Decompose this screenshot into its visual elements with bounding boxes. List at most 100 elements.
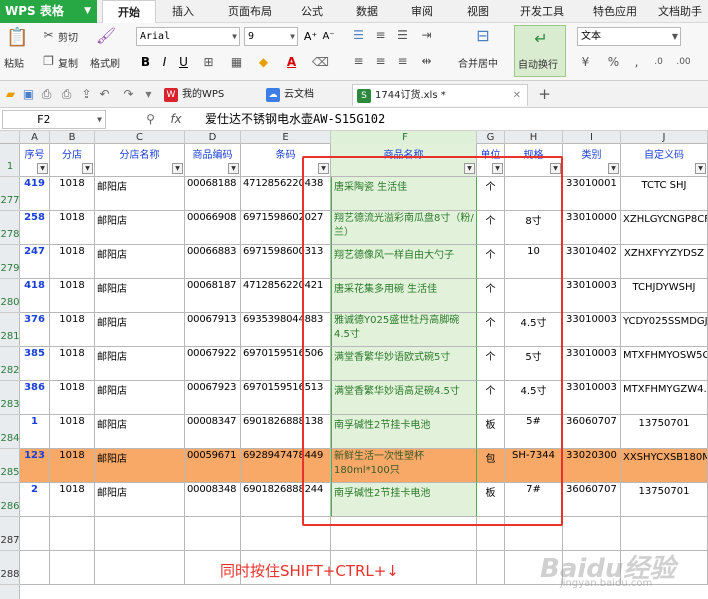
row-header[interactable]: 285 [0,449,20,483]
copy-button[interactable]: 复制 [58,55,78,70]
eraser-icon[interactable]: ⌫ [312,54,329,71]
select-all-corner[interactable] [0,131,20,144]
indent-icon[interactable]: ⇥ [418,27,435,44]
cell-branch[interactable]: 1018 [50,449,95,483]
filter-dropdown-icon[interactable]: ▼ [492,163,503,174]
column-header-b[interactable]: B [50,131,95,144]
cell-custom-code[interactable]: 13750701 [621,483,708,517]
cell-barcode[interactable]: 6971598602027 [241,211,331,245]
tab-doc-assistant[interactable]: 文档助手 [652,0,708,23]
row-header[interactable]: 1 [0,144,20,177]
cell-category[interactable]: 33010003 [563,313,621,347]
empty-cell[interactable] [95,551,185,585]
row-header[interactable]: 281 [0,313,20,347]
cell-product-name[interactable]: 新鲜生活一次性塑杯180ml*100只 [331,449,477,483]
cell-custom-code[interactable]: MTXFHMYGZW4.5C [621,381,708,415]
cell-index[interactable]: 258 [20,211,50,245]
cell-category[interactable]: 33020300 [563,449,621,483]
cell-spec[interactable]: 5寸 [505,347,563,381]
empty-cell[interactable] [331,517,477,551]
align-middle-icon[interactable]: ≡ [372,27,389,44]
column-header-e[interactable]: E [241,131,331,144]
cell-category[interactable]: 33010402 [563,245,621,279]
cell-spec[interactable]: 10 [505,245,563,279]
cell-product-name[interactable]: 南孚碱性2节挂卡电池 [331,415,477,449]
increase-decimal-icon[interactable]: .0 [650,54,667,71]
cell-product-code[interactable]: 00066883 [185,245,241,279]
scissors-icon[interactable]: ✂ [40,27,57,44]
copy-icon[interactable]: ❐ [40,53,57,70]
cell-custom-code[interactable]: TCHJDYWSHJ [621,279,708,313]
cell-unit[interactable]: 个 [477,381,505,415]
cell-index[interactable]: 386 [20,381,50,415]
merge-center-icon[interactable]: ⊟ [472,27,494,49]
spreadsheet-grid[interactable]: 序号 ▼ 分店 ▼ 分店名称 ▼ 商品编码 ▼ 条码 ▼ 商品名称 ▼ 单位 ▼ 规格 ▼ 类别 ▼ 自定义码 ▼ 41… [20,144,708,599]
cell-branch-name[interactable]: 邮阳店 [95,245,185,279]
cell-index[interactable]: 123 [20,449,50,483]
app-menu-button[interactable]: WPS 表格 ▼ [0,0,97,23]
cell-unit[interactable]: 个 [477,279,505,313]
print-preview-icon[interactable]: ⎙ [38,86,55,103]
cell-unit[interactable]: 包 [477,449,505,483]
merge-cells-icon[interactable]: ▦ [228,54,245,71]
cell-custom-code[interactable]: 13750701 [621,415,708,449]
align-bottom-icon[interactable]: ☰ [394,27,411,44]
cell-product-code[interactable]: 00067913 [185,313,241,347]
cell-unit[interactable]: 板 [477,483,505,517]
cell-spec[interactable]: 7# [505,483,563,517]
empty-cell[interactable] [477,517,505,551]
cell-product-name[interactable]: 雅诚德Y025盛世牡丹高脚碗4.5寸 [331,313,477,347]
column-header-h[interactable]: H [505,131,563,144]
align-center-icon[interactable]: ≡ [372,53,389,70]
tab-special[interactable]: 特色应用 [584,0,646,23]
empty-cell[interactable] [95,517,185,551]
tab-cloud-docs[interactable]: ☁ 云文档 [262,84,348,106]
cell-custom-code[interactable]: XZHLGYCNGP8CF/L [621,211,708,245]
cell-branch-name[interactable]: 邮阳店 [95,449,185,483]
empty-cell[interactable] [50,517,95,551]
filter-dropdown-icon[interactable]: ▼ [82,163,93,174]
cell-unit[interactable]: 个 [477,245,505,279]
cell-index[interactable]: 385 [20,347,50,381]
cell-spec[interactable]: SH-7344 [505,449,563,483]
cell-branch-name[interactable]: 邮阳店 [95,483,185,517]
cell-barcode[interactable]: 6901826888138 [241,415,331,449]
cell-branch[interactable]: 1018 [50,381,95,415]
cell-custom-code[interactable]: MTXFHMYOSW5C [621,347,708,381]
cell-product-name[interactable]: 唐采陶瓷 生活佳 [331,177,477,211]
cell-barcode[interactable]: 6935398044883 [241,313,331,347]
cell-product-name[interactable]: 翔艺德像风一样自由大勺子 [331,245,477,279]
cell-spec[interactable] [505,279,563,313]
column-header-c[interactable]: C [95,131,185,144]
cell-category[interactable]: 33010003 [563,381,621,415]
undo-icon[interactable]: ↶ [96,86,113,103]
cell-branch-name[interactable]: 邮阳店 [95,177,185,211]
cell-custom-code[interactable]: XXSHYCXSB180ML*100Z [621,449,708,483]
cell-branch[interactable]: 1018 [50,313,95,347]
number-format-select[interactable]: 文本 ▼ [577,27,681,46]
cell-barcode[interactable]: 6970159516506 [241,347,331,381]
cell-barcode[interactable]: 4712856220438 [241,177,331,211]
tab-insert[interactable]: 插入 [163,0,203,23]
cell-branch[interactable]: 1018 [50,245,95,279]
cell-branch-name[interactable]: 邮阳店 [95,279,185,313]
percent-icon[interactable]: % [605,54,622,71]
column-header-a[interactable]: A [20,131,50,144]
row-header[interactable]: 278 [0,211,20,245]
row-header[interactable]: 277 [0,177,20,211]
cell-barcode[interactable]: 4712856220421 [241,279,331,313]
cell-product-code[interactable]: 00008348 [185,483,241,517]
row-header[interactable]: 279 [0,245,20,279]
cell-product-code[interactable]: 00066908 [185,211,241,245]
tab-developer[interactable]: 开发工具 [511,0,573,23]
align-left-icon[interactable]: ≡ [350,53,367,70]
cell-branch-name[interactable]: 邮阳店 [95,415,185,449]
cell-spec[interactable]: 5# [505,415,563,449]
row-header[interactable]: 286 [0,483,20,517]
cell-branch-name[interactable]: 邮阳店 [95,313,185,347]
format-painter-button[interactable]: 格式刷 [90,55,120,70]
cell-index[interactable]: 376 [20,313,50,347]
row-header[interactable]: 287 [0,517,20,551]
cell-product-code[interactable]: 00068188 [185,177,241,211]
cell-index[interactable]: 418 [20,279,50,313]
